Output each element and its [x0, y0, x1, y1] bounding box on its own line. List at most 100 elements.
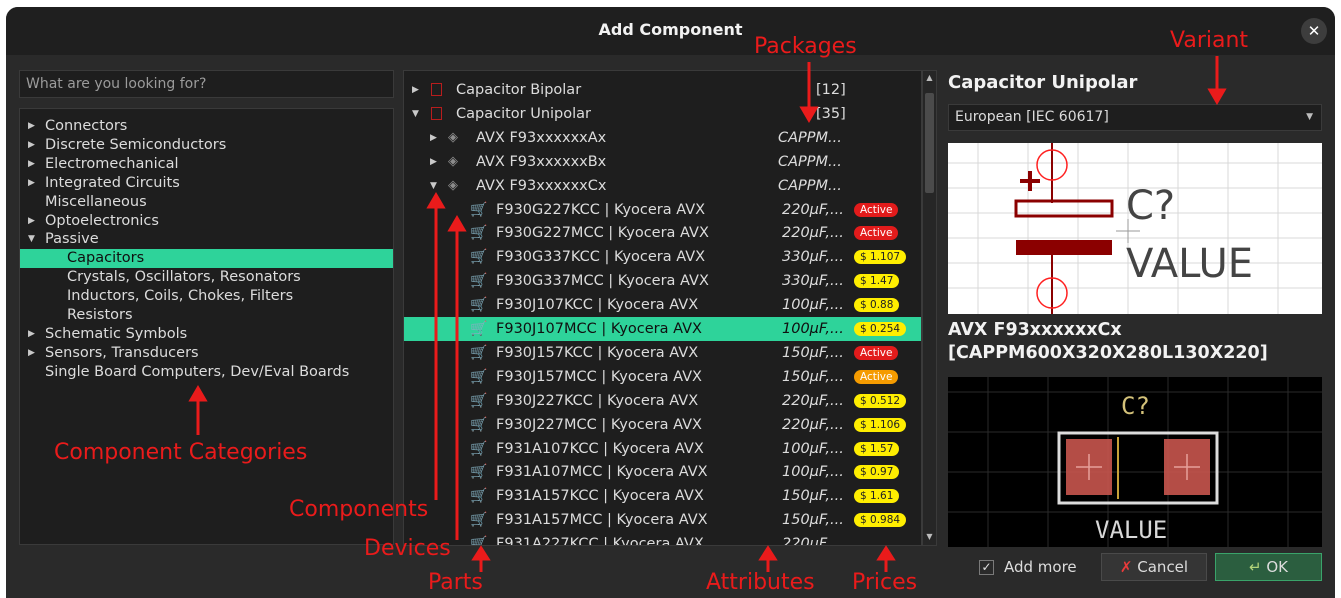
scroll-up-icon[interactable]: ▲	[925, 73, 934, 82]
annotation-components: Components	[289, 497, 429, 522]
part-row[interactable]: 🛒 F931A157KCC | Kyocera AVX 150µF,... $ 1.6…	[404, 484, 921, 508]
part-label: F930J157MCC | Kyocera AVX	[496, 368, 702, 385]
collapsed-arrow-icon[interactable]: ▶	[28, 155, 35, 174]
collapsed-arrow-icon[interactable]: ▶	[28, 325, 35, 344]
part-row[interactable]: 🛒 F930G337KCC | Kyocera AVX 330µF,... $ 1.1…	[404, 245, 921, 269]
part-label: F931A107KCC | Kyocera AVX	[496, 440, 704, 457]
component-count: [12]	[816, 82, 846, 98]
expanded-arrow-icon[interactable]: ▼	[28, 230, 35, 249]
part-row[interactable]: 🛒 F930J227MCC | Kyocera AVX 220µF,... $ 1.1…	[404, 413, 921, 437]
category-label: Electromechanical	[45, 155, 179, 172]
annotation-component-categories: Component Categories	[54, 440, 308, 465]
cart-icon: 🛒	[470, 201, 488, 218]
category-item[interactable]: Crystals, Oscillators, Resonators	[20, 268, 393, 287]
cart-icon: 🛒	[470, 392, 488, 409]
part-row[interactable]: 🛒 F930G227MCC | Kyocera AVX 220µF,... Activ…	[404, 221, 921, 245]
part-row[interactable]: 🛒 F931A107KCC | Kyocera AVX 100µF,... $ 1.5…	[404, 437, 921, 461]
part-attributes: 220µF,...	[782, 392, 844, 409]
variant-select[interactable]: European [IEC 60617] ▼	[948, 104, 1322, 131]
expanded-arrow-icon[interactable]: ▼	[430, 174, 437, 198]
scroll-down-icon[interactable]: ▼	[925, 532, 934, 541]
add-more-label[interactable]: Add more	[1004, 558, 1077, 576]
collapsed-arrow-icon[interactable]: ▶	[28, 136, 35, 155]
component-tree-scrollbar[interactable]: ▲ ▼	[922, 70, 937, 546]
collapsed-arrow-icon[interactable]: ▶	[28, 174, 35, 193]
symbol-name: C?	[1126, 183, 1175, 229]
category-item[interactable]: ▼ Passive	[20, 230, 393, 249]
cart-icon: 🛒	[470, 249, 488, 266]
part-row[interactable]: 🛒 F930J227KCC | Kyocera AVX 220µF,... $ 0.5…	[404, 389, 921, 413]
part-row[interactable]: 🛒 F930J107KCC | Kyocera AVX 100µF,... $ 0.8…	[404, 293, 921, 317]
search-input[interactable]: What are you looking for?	[19, 70, 394, 98]
category-item[interactable]: ▶ Integrated Circuits	[20, 174, 393, 193]
cancel-label: Cancel	[1137, 558, 1189, 576]
part-row[interactable]: 🛒 F930J157MCC | Kyocera AVX 150µF,... Activ…	[404, 365, 921, 389]
category-item[interactable]: ▶ Sensors, Transducers	[20, 344, 393, 363]
price-badge: $ 1.61	[854, 489, 900, 504]
category-label: Capacitors	[67, 250, 145, 267]
part-row[interactable]: 🛒 F930J107MCC | Kyocera AVX 100µF,... $ 0.2…	[404, 317, 921, 341]
category-item[interactable]: ▶ Optoelectronics	[20, 212, 393, 231]
cart-icon: 🛒	[470, 440, 488, 457]
part-row[interactable]: 🛒 F931A157MCC | Kyocera AVX 150µF,... $ 0.9…	[404, 508, 921, 532]
device-label: AVX F93xxxxxxCx	[476, 177, 607, 194]
device-row[interactable]: ▼ ◈ AVX F93xxxxxxCx CAPPM...	[404, 174, 921, 198]
annotation-packages: Packages	[754, 34, 857, 59]
device-row[interactable]: ▶ ◈ AVX F93xxxxxxBx CAPPM...	[404, 150, 921, 174]
price-badge: $ 1.106	[854, 417, 907, 432]
footprint-preview: C? VALUE	[948, 377, 1322, 547]
category-item[interactable]: Resistors	[20, 306, 393, 325]
cart-icon: 🛒	[470, 321, 488, 337]
ok-button[interactable]: ↵ OK	[1215, 553, 1322, 581]
collapsed-arrow-icon[interactable]: ▶	[430, 150, 437, 174]
category-item[interactable]: Miscellaneous	[20, 193, 393, 212]
part-label: F930G227MCC | Kyocera AVX	[496, 225, 709, 242]
price-badge: $ 1.57	[854, 441, 900, 456]
add-more-checkbox[interactable]: ✓	[979, 560, 994, 575]
category-label: Optoelectronics	[45, 212, 159, 229]
part-row[interactable]: 🛒 F930G337MCC | Kyocera AVX 330µF,... $ 1.4…	[404, 269, 921, 293]
collapsed-arrow-icon[interactable]: ▶	[28, 117, 35, 136]
category-tree[interactable]: ▶ Connectors ▶ Discrete Semiconductors ▶ Elec…	[19, 108, 394, 545]
device-icon: ◈	[448, 177, 458, 193]
price-badge: $ 0.254	[854, 322, 907, 336]
device-row[interactable]: ▶ ◈ AVX F93xxxxxxAx CAPPM...	[404, 126, 921, 150]
component-row[interactable]: ▶ Capacitor Bipolar [12]	[404, 78, 921, 102]
part-row[interactable]: 🛒 F931A107MCC | Kyocera AVX 100µF,... $ 0.9…	[404, 460, 921, 484]
cancel-button[interactable]: ✗ Cancel	[1101, 553, 1207, 581]
component-row[interactable]: ▼ Capacitor Unipolar [35]	[404, 102, 921, 126]
collapsed-arrow-icon[interactable]: ▶	[28, 212, 35, 231]
part-row[interactable]: 🛒 F930G227KCC | Kyocera AVX 220µF,... Activ…	[404, 198, 921, 222]
cart-icon: 🛒	[470, 368, 488, 385]
category-item[interactable]: ▶ Discrete Semiconductors	[20, 136, 393, 155]
part-attributes: 220µF,...	[782, 536, 844, 546]
part-attributes: 220µF,...	[782, 225, 844, 242]
footprint-value: VALUE	[1095, 516, 1167, 544]
ok-label: OK	[1266, 558, 1288, 576]
part-attributes: 150µF,...	[782, 488, 844, 505]
component-tree[interactable]: ▶ Capacitor Bipolar [12] ▼ Capacitor Unipola…	[403, 70, 922, 546]
collapsed-arrow-icon[interactable]: ▶	[412, 78, 419, 102]
category-item[interactable]: ▶ Connectors	[20, 117, 393, 136]
symbol-preview: C? VALUE	[948, 143, 1322, 314]
scrollbar-thumb[interactable]	[925, 93, 934, 193]
category-item[interactable]: Capacitors	[20, 249, 393, 269]
category-item[interactable]: Inductors, Coils, Chokes, Filters	[20, 287, 393, 306]
ok-icon: ↵	[1248, 558, 1262, 576]
part-row[interactable]: 🛒 F930J157KCC | Kyocera AVX 150µF,... Activ…	[404, 341, 921, 365]
close-icon[interactable]: ✕	[1301, 18, 1327, 44]
category-item[interactable]: Single Board Computers, Dev/Eval Boards	[20, 363, 393, 382]
part-label: F930G227KCC | Kyocera AVX	[496, 201, 706, 218]
part-label: F931A227KCC | Kyocera AVX	[496, 536, 704, 546]
collapsed-arrow-icon[interactable]: ▶	[430, 126, 437, 150]
cart-icon: 🛒	[470, 512, 488, 529]
category-item[interactable]: ▶ Schematic Symbols	[20, 325, 393, 344]
category-label: Crystals, Oscillators, Resonators	[67, 269, 301, 286]
part-label: F930G337MCC | Kyocera AVX	[496, 273, 709, 290]
device-title-line2: [CAPPM600X320X280L130X220]	[948, 343, 1268, 363]
part-row[interactable]: 🛒 F931A227KCC | Kyocera AVX 220µF,...	[404, 532, 921, 546]
price-badge: Active	[854, 345, 899, 360]
category-item[interactable]: ▶ Electromechanical	[20, 155, 393, 174]
collapsed-arrow-icon[interactable]: ▶	[28, 344, 35, 363]
expanded-arrow-icon[interactable]: ▼	[412, 102, 419, 126]
